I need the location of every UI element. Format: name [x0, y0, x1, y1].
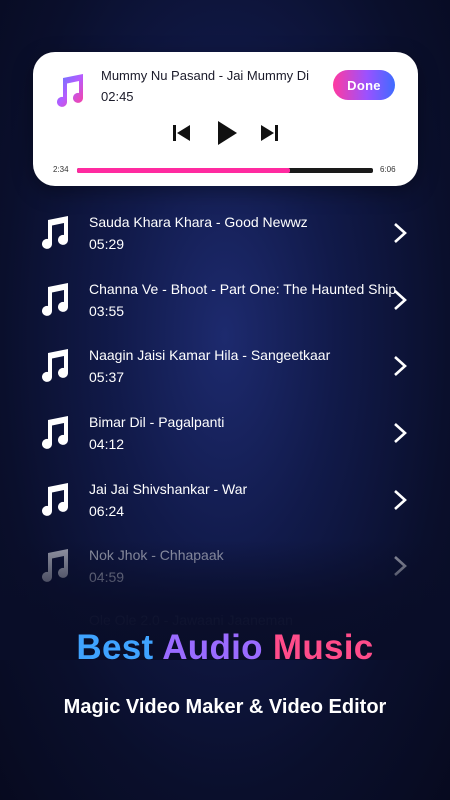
track-title: Nok Jhok - Chhapaak: [89, 547, 224, 563]
track-duration: 06:24: [89, 503, 125, 519]
chevron-right-icon: [394, 290, 407, 310]
music-note-icon: [42, 216, 68, 249]
list-item[interactable]: Nok Jhok - Chhapaak 04:59: [0, 533, 450, 599]
track-duration: 05:29: [89, 236, 125, 252]
done-button[interactable]: Done: [333, 70, 395, 100]
track-duration: 04:12: [89, 436, 125, 452]
previous-icon[interactable]: [173, 125, 190, 141]
now-playing-title: Mummy Nu Pasand - Jai Mummy Di: [101, 68, 310, 83]
progress-bar[interactable]: [77, 168, 373, 173]
chevron-right-icon: [394, 423, 407, 443]
next-icon[interactable]: [261, 125, 278, 141]
total-time: 6:06: [380, 165, 396, 174]
track-title: Naagin Jaisi Kamar Hila - Sangeetkaar: [89, 347, 331, 363]
list-item[interactable]: Naagin Jaisi Kamar Hila - Sangeetkaar 05…: [0, 333, 450, 399]
headline-word-1: Best: [76, 628, 163, 667]
play-icon[interactable]: [217, 121, 237, 145]
music-note-icon: [57, 74, 83, 107]
chevron-right-icon: [394, 223, 407, 243]
list-item[interactable]: Sauda Khara Khara - Good Newwz 05:29: [0, 200, 450, 266]
chevron-right-icon: [394, 490, 407, 510]
playback-controls: [173, 120, 283, 146]
track-duration: 05:37: [89, 369, 125, 385]
track-title: Sauda Khara Khara - Good Newwz: [89, 214, 308, 230]
headline-word-2: Audio: [162, 628, 273, 667]
chevron-right-icon: [394, 356, 407, 376]
promo-subline: Magic Video Maker & Video Editor: [63, 696, 387, 718]
partial-track-title: Ole Ole 2.0 - Jawaani Jaaneman: [89, 612, 293, 628]
now-playing-duration: 02:45: [101, 89, 134, 104]
list-item[interactable]: Channa Ve - Bhoot - Part One: The Haunte…: [0, 267, 450, 333]
music-note-icon: [42, 349, 68, 382]
music-note-icon: [42, 416, 68, 449]
now-playing-card: Mummy Nu Pasand - Jai Mummy Di 02:45 Don…: [33, 52, 418, 186]
track-title: Bimar Dil - Pagalpanti: [89, 414, 225, 430]
promo-headline: Best Audio Music: [0, 628, 450, 668]
chevron-right-icon: [394, 556, 407, 576]
list-item[interactable]: Jai Jai Shivshankar - War 06:24: [0, 467, 450, 533]
list-item[interactable]: Bimar Dil - Pagalpanti 04:12: [0, 400, 450, 466]
elapsed-time: 2:34: [53, 165, 69, 174]
progress-fill: [77, 168, 291, 173]
music-note-icon: [42, 549, 68, 582]
track-title: Jai Jai Shivshankar - War: [89, 481, 248, 497]
music-note-icon: [42, 283, 68, 316]
music-note-icon: [42, 483, 68, 516]
headline-word-3: Music: [272, 628, 374, 667]
track-duration: 03:55: [89, 303, 125, 319]
track-title: Channa Ve - Bhoot - Part One: The Haunte…: [89, 281, 397, 297]
track-duration: 04:59: [89, 569, 125, 585]
